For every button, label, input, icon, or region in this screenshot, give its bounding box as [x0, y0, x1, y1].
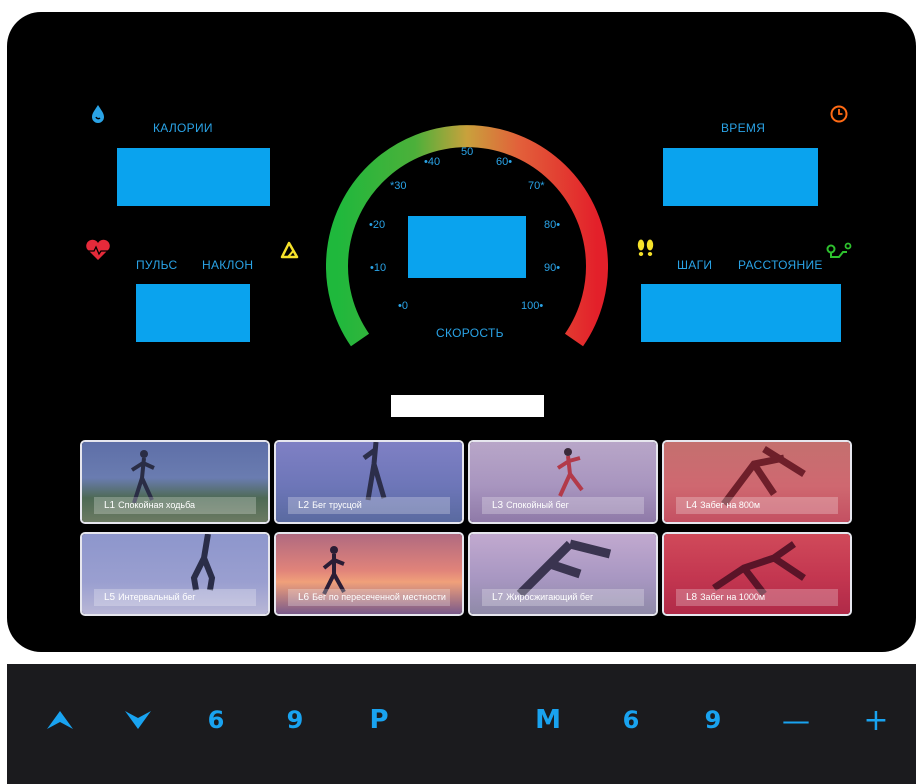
route-icon	[826, 242, 852, 258]
message-display	[391, 395, 544, 417]
program-l8[interactable]: L8 Забег на 1000м	[662, 532, 852, 616]
program-name: Бег по пересеченной местности	[312, 592, 446, 602]
speed-6-button[interactable]: 6	[196, 700, 236, 740]
program-code: L7	[492, 592, 504, 603]
program-code: L8	[686, 592, 698, 603]
minus-label: —	[782, 703, 810, 737]
program-name: Интервальный бег	[118, 592, 196, 602]
up-arrow-icon	[47, 711, 73, 729]
speed-tick-label: *30	[390, 180, 407, 192]
program-l2[interactable]: L2 Бег трусцой	[274, 440, 464, 524]
program-name: Спокойная ходьба	[118, 500, 196, 510]
speed-tick-label: •20	[369, 219, 386, 231]
speed-tick-label: •10	[370, 262, 387, 274]
program-l4[interactable]: L4 Забег на 800м	[662, 440, 852, 524]
speed-tick-label: •40	[424, 156, 441, 168]
mode-button[interactable]: M	[528, 700, 568, 740]
program-l7[interactable]: L7 Жиросжигающий бег	[468, 532, 658, 616]
program-code: L5	[104, 592, 116, 603]
speed-tick-label: 90•	[544, 262, 561, 274]
program-l5[interactable]: L5 Интервальный бег	[80, 532, 270, 616]
runner-figure-5	[190, 534, 216, 591]
program-name: Бег трусцой	[312, 500, 362, 510]
pulse-label: ПУЛЬС	[136, 258, 178, 272]
incline-6-button[interactable]: 6	[611, 700, 651, 740]
program-l6[interactable]: L6 Бег по пересеченной местности	[274, 532, 464, 616]
speed-tick-label: 80•	[544, 219, 561, 231]
calories-label: КАЛОРИИ	[153, 121, 213, 135]
speed-6-label: 6	[207, 706, 225, 734]
incline-plus-button[interactable]: +	[856, 700, 896, 740]
program-button[interactable]: P	[359, 700, 399, 740]
program-name: Жиросжигающий бег	[506, 592, 594, 602]
incline-minus-button[interactable]: —	[776, 700, 816, 740]
speed-down-button[interactable]	[118, 700, 158, 740]
speed-up-button[interactable]	[40, 700, 80, 740]
footprints-icon	[637, 239, 654, 256]
incline-9-label: 9	[704, 706, 722, 734]
incline-9-button[interactable]: 9	[693, 700, 733, 740]
heart-icon	[86, 239, 110, 260]
drop-icon	[92, 105, 104, 123]
time-label: ВРЕМЯ	[721, 121, 766, 135]
time-screen	[663, 148, 818, 206]
distance-label: РАССТОЯНИЕ	[738, 258, 823, 272]
program-code: L2	[298, 500, 310, 511]
program-code: L6	[298, 592, 310, 603]
calories-screen	[117, 148, 270, 206]
program-code: L4	[686, 500, 698, 511]
program-name: Забег на 1000м	[700, 592, 766, 602]
incline-icon	[280, 241, 299, 259]
runner-figure-2	[362, 442, 387, 501]
speed-tick-label: 60•	[496, 156, 513, 168]
steps-label: ШАГИ	[677, 258, 713, 272]
speed-tick-label: 100•	[521, 300, 544, 312]
incline-label: НАКЛОН	[202, 258, 254, 272]
speed-tick-label: •0	[398, 300, 408, 312]
program-code: L1	[104, 500, 116, 511]
steps-distance-screen	[641, 284, 841, 342]
mode-m-label: M	[535, 705, 561, 735]
speed-tick-label: 50	[461, 146, 474, 158]
program-p-label: P	[369, 705, 389, 735]
speed-9-button[interactable]: 9	[275, 700, 315, 740]
down-arrow-icon	[125, 711, 151, 729]
speed-tick-label: 70*	[528, 180, 545, 192]
program-l1[interactable]: L1 Спокойная ходьба	[80, 440, 270, 524]
program-l3[interactable]: L3 Спокойный бег	[468, 440, 658, 524]
program-name: Спокойный бег	[506, 500, 569, 510]
program-name: Забег на 800м	[700, 500, 761, 510]
plus-label: +	[863, 702, 889, 738]
speed-9-label: 9	[286, 706, 304, 734]
program-code: L3	[492, 500, 504, 511]
clock-icon	[830, 105, 848, 123]
speed-screen	[408, 216, 526, 278]
pulse-incline-screen	[136, 284, 250, 342]
speed-label: СКОРОСТЬ	[436, 326, 504, 340]
incline-6-label: 6	[622, 706, 640, 734]
